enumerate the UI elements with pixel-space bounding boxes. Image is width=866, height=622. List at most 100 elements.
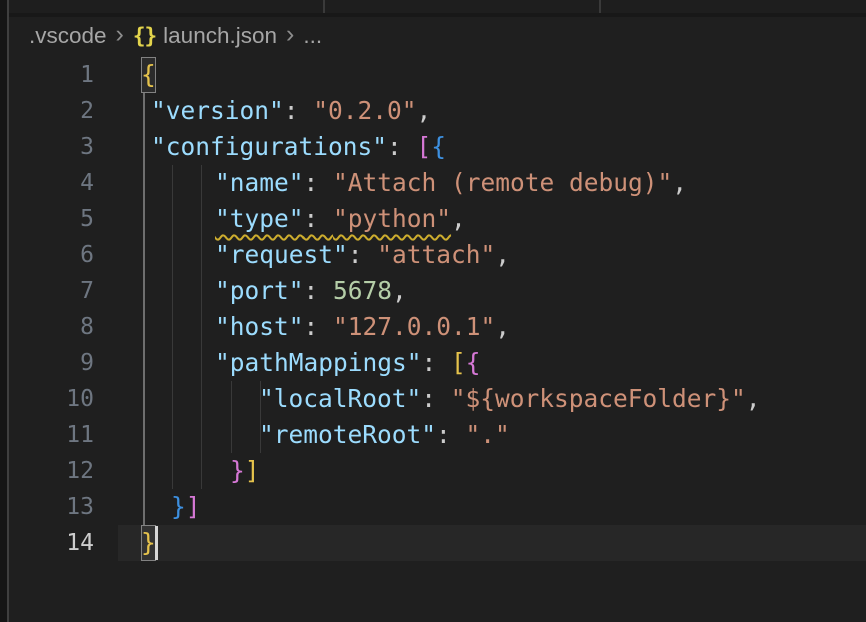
token: "host": [215, 312, 304, 341]
code-line-content[interactable]: "request": "attach",: [118, 237, 866, 273]
token: "port": [215, 276, 304, 305]
line-number[interactable]: 7: [9, 273, 118, 309]
chevron-right-icon: ›: [286, 20, 294, 49]
code-line-13[interactable]: 13}]: [9, 489, 866, 525]
json-braces-icon: {}: [133, 24, 156, 48]
token: [: [417, 132, 432, 161]
code-line-content[interactable]: "remoteRoot": ".": [118, 417, 866, 453]
token: ,: [672, 168, 687, 197]
token: "python": [333, 204, 451, 233]
code-text: }]: [118, 453, 260, 489]
breadcrumb: .vscode › {} launch.json › ...: [9, 17, 866, 55]
line-number[interactable]: 9: [9, 345, 118, 381]
token: :: [284, 96, 314, 125]
line-number[interactable]: 6: [9, 237, 118, 273]
breadcrumb-item-symbols[interactable]: ...: [303, 23, 322, 49]
code-line-11[interactable]: 11"remoteRoot": ".": [9, 417, 866, 453]
token: {: [431, 132, 446, 161]
code-line-content[interactable]: "pathMappings": [{: [118, 345, 866, 381]
token: "version": [151, 96, 284, 125]
line-number[interactable]: 13: [9, 489, 118, 525]
token: :: [421, 384, 451, 413]
breadcrumb-item-label: launch.json: [163, 23, 277, 49]
warning-squiggle: "type": "python": [215, 204, 451, 233]
token: ".": [466, 420, 510, 449]
code-line-content[interactable]: "type": "python",: [118, 201, 866, 237]
code-text: "version": "0.2.0",: [118, 93, 431, 129]
chevron-right-icon: ›: [116, 20, 124, 49]
line-number[interactable]: 2: [9, 93, 118, 129]
token: "${workspaceFolder}": [451, 384, 746, 413]
token: :: [304, 204, 334, 233]
tab-bar: [9, 0, 866, 17]
line-number[interactable]: 11: [9, 417, 118, 453]
token: 5678: [333, 276, 392, 305]
code-text: "remoteRoot": ".": [118, 417, 510, 453]
line-number[interactable]: 12: [9, 453, 118, 489]
token: :: [422, 348, 452, 377]
token: "request": [215, 240, 348, 269]
code-line-5[interactable]: 5"type": "python",: [9, 201, 866, 237]
code-text: "configurations": [{: [118, 129, 446, 165]
code-line-content[interactable]: "localRoot": "${workspaceFolder}",: [118, 381, 866, 417]
line-number[interactable]: 4: [9, 165, 118, 201]
code-line-8[interactable]: 8"host": "127.0.0.1",: [9, 309, 866, 345]
line-number[interactable]: 5: [9, 201, 118, 237]
code-line-content[interactable]: "host": "127.0.0.1",: [118, 309, 866, 345]
code-text: "name": "Attach (remote debug)",: [118, 165, 687, 201]
code-editor[interactable]: 1{2"version": "0.2.0",3"configurations":…: [9, 57, 866, 561]
token: :: [304, 168, 334, 197]
token: ,: [495, 240, 510, 269]
code-line-10[interactable]: 10"localRoot": "${workspaceFolder}",: [9, 381, 866, 417]
code-line-6[interactable]: 6"request": "attach",: [9, 237, 866, 273]
code-line-content[interactable]: {: [118, 57, 866, 93]
code-text: "host": "127.0.0.1",: [118, 309, 510, 345]
tab-remnant-1[interactable]: [9, 0, 323, 13]
breadcrumb-item-launch-json[interactable]: {} launch.json: [133, 23, 277, 49]
token: "name": [215, 168, 304, 197]
token: :: [304, 276, 334, 305]
matched-bracket: }: [141, 525, 156, 561]
code-line-content[interactable]: }: [118, 525, 866, 561]
token: "remoteRoot": [259, 420, 436, 449]
token: ,: [451, 204, 466, 233]
code-line-3[interactable]: 3"configurations": [{: [9, 129, 866, 165]
code-line-content[interactable]: "configurations": [{: [118, 129, 866, 165]
breadcrumb-item-vscode[interactable]: .vscode: [29, 23, 107, 49]
line-number[interactable]: 10: [9, 381, 118, 417]
code-line-1[interactable]: 1{: [9, 57, 866, 93]
code-text: }]: [118, 489, 201, 525]
code-line-9[interactable]: 9"pathMappings": [{: [9, 345, 866, 381]
token: "type": [215, 204, 304, 233]
code-line-content[interactable]: }]: [118, 453, 866, 489]
token: "localRoot": [259, 384, 421, 413]
line-number[interactable]: 1: [9, 57, 118, 93]
token: "attach": [377, 240, 495, 269]
window-left-strip: [0, 0, 7, 622]
token: ,: [495, 312, 510, 341]
code-line-2[interactable]: 2"version": "0.2.0",: [9, 93, 866, 129]
code-line-14[interactable]: 14}: [9, 525, 866, 561]
code-line-content[interactable]: }]: [118, 489, 866, 525]
code-line-12[interactable]: 12}]: [9, 453, 866, 489]
token: :: [387, 132, 417, 161]
line-number[interactable]: 14: [9, 525, 118, 561]
tab-remnant-3[interactable]: [601, 0, 866, 13]
line-number[interactable]: 3: [9, 129, 118, 165]
tab-remnant-2[interactable]: [325, 0, 599, 13]
code-text: "type": "python",: [118, 201, 466, 237]
token: "Attach (remote debug)": [333, 168, 672, 197]
code-line-content[interactable]: "name": "Attach (remote debug)",: [118, 165, 866, 201]
code-text: "localRoot": "${workspaceFolder}",: [118, 381, 761, 417]
token: "127.0.0.1": [333, 312, 495, 341]
token: [: [451, 348, 466, 377]
code-line-content[interactable]: "version": "0.2.0",: [118, 93, 866, 129]
token: ,: [392, 276, 407, 305]
matched-bracket: {: [141, 57, 156, 93]
code-line-4[interactable]: 4"name": "Attach (remote debug)",: [9, 165, 866, 201]
code-line-7[interactable]: 7"port": 5678,: [9, 273, 866, 309]
line-number[interactable]: 8: [9, 309, 118, 345]
token: ,: [746, 384, 761, 413]
code-line-content[interactable]: "port": 5678,: [118, 273, 866, 309]
token: }: [230, 456, 245, 485]
